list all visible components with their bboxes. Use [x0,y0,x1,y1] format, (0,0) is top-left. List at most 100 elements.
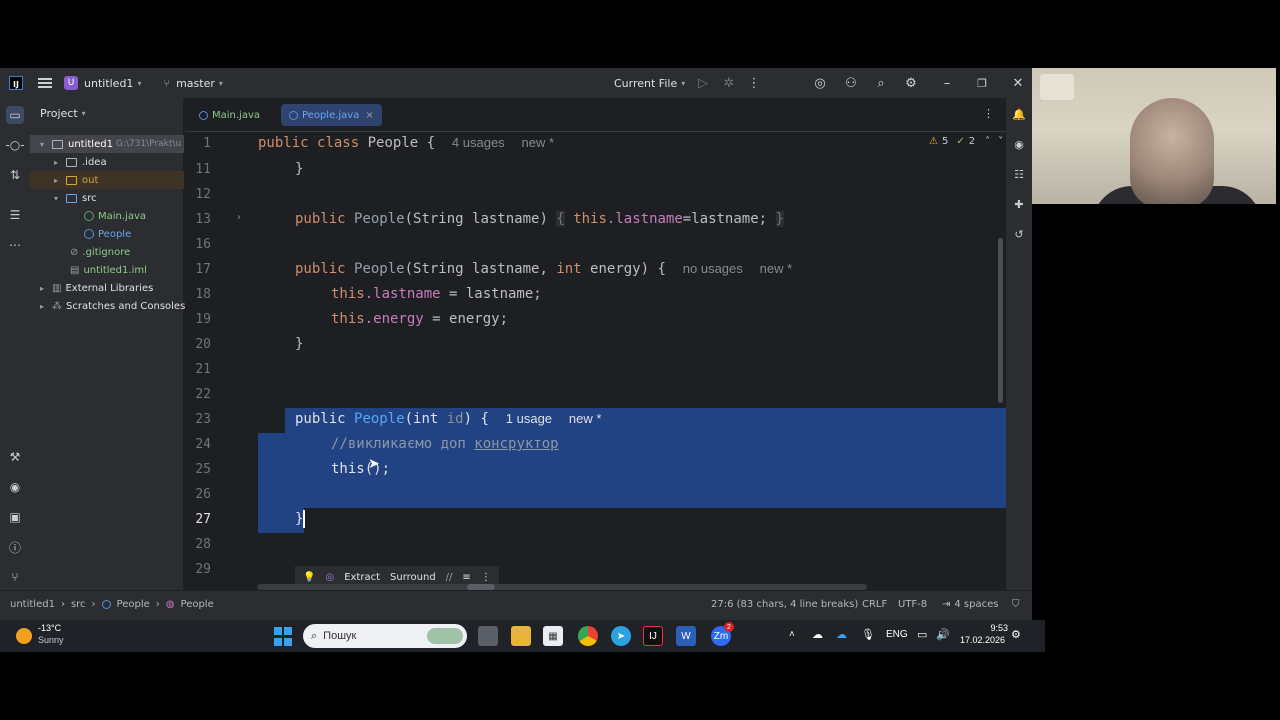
branch-selector[interactable]: ⑂ master ▾ [163,68,222,98]
usages-hint[interactable]: no usages [683,261,743,276]
java-class-icon [199,110,208,120]
clock-date[interactable]: 17.02.2026 [960,635,1005,645]
tree-item-root[interactable]: ▾ untitled1 G:\731\Prakt\u [30,135,184,153]
clock-time[interactable]: 9:53 [982,623,1008,633]
line-separator[interactable]: CRLF [862,599,887,610]
settings-gear-icon[interactable]: ⚙ [902,74,920,92]
search-icon[interactable]: ⌕ [872,74,890,92]
tree-item-scratches[interactable]: ▸ ⁂ Scratches and Consoles [40,297,185,315]
tree-item-gitignore[interactable]: ⊘ .gitignore [70,243,130,261]
tray-chevron-up-icon[interactable]: ˄ [789,629,795,640]
run-icon[interactable]: ▷ [694,74,712,92]
plugins-icon[interactable]: ✚ [1011,196,1027,212]
surround-button[interactable]: Surround [390,572,436,583]
tree-item-external-libraries[interactable]: ▸ ▥ External Libraries [40,279,153,297]
debug-icon[interactable]: ✲ [720,74,738,92]
format-icon[interactable]: ≡ [462,572,470,583]
line-number: 27 [195,512,211,527]
tab-close-icon[interactable]: × [365,110,373,121]
chevron-down-icon[interactable]: ˅ [998,136,1003,147]
maximize-icon[interactable]: ❐ [973,74,991,92]
extract-button[interactable]: Extract [344,572,380,583]
more-icon[interactable]: ⋮ [745,74,763,92]
weather-temp[interactable]: -13°C [38,623,61,633]
breadcrumb-item[interactable]: untitled1 [10,599,55,610]
vertical-scrollbar[interactable] [998,238,1003,403]
add-user-icon[interactable]: ⚇ [842,74,860,92]
volume-icon[interactable]: 🔊 [936,628,950,641]
usages-hint[interactable]: 1 usage [506,411,552,426]
breadcrumb-item[interactable]: People [181,599,214,610]
lightbulb-icon[interactable]: 💡 [303,572,315,583]
line-number: 23 [195,412,211,427]
fold-arrow-icon[interactable]: › [237,212,241,223]
pull-requests-icon[interactable]: ⇅ [6,166,24,184]
onedrive-icon[interactable]: ☁ [836,628,847,641]
project-tool-icon[interactable]: ▭ [6,106,24,124]
more-tools-icon[interactable]: ⋯ [6,236,24,254]
intellij-logo-icon[interactable]: IJ [9,76,23,90]
indent-setting[interactable]: ⇥ 4 spaces [942,599,998,610]
terminal-icon[interactable]: ▣ [6,508,24,526]
intellij-taskbar-icon[interactable]: IJ [643,626,663,646]
comment-icon[interactable]: // [446,572,453,583]
notifications-icon[interactable]: 🔔 [1011,106,1027,122]
breadcrumb-item[interactable]: People [117,599,150,610]
microphone-icon[interactable]: 🎙 [861,628,875,641]
ai-icon[interactable]: ◎ [325,572,334,583]
tab-people-java[interactable]: People.java × [281,104,382,126]
windows-start-icon[interactable] [273,626,293,646]
breadcrumb-item[interactable]: src [71,599,86,610]
services-icon[interactable]: ◉ [6,478,24,496]
git-icon[interactable]: ⑂ [6,568,24,586]
tree-item-src[interactable]: ▾ src [54,189,97,207]
usages-hint[interactable]: 4 usages [452,135,505,150]
notification-center-icon[interactable]: ⚙ [1011,628,1021,641]
code-editor[interactable]: Main.java People.java × ⋮ ⚠ 5 ✓ 2 ˄ ˅ 1 pu… [185,98,1006,590]
field: .energy [364,311,424,327]
file-explorer-icon[interactable] [511,626,531,646]
caret-position[interactable]: 27:6 (83 chars, 4 line breaks) [711,599,858,610]
project-name: untitled1 [84,76,134,90]
problems-icon[interactable]: ⓘ [6,538,24,556]
tree-item-idea[interactable]: ▸ .idea [54,153,107,171]
history-icon[interactable]: ↺ [1011,226,1027,242]
tree-item-iml[interactable]: ▤ untitled1.iml [70,261,147,279]
taskbar-search[interactable]: ⌕ Пошук [303,624,467,648]
windows-taskbar: -13°C Sunny ⌕ Пошук ▦ ➤ IJ W Zm 2 ˄ ☁ ☁ … [0,620,1045,652]
task-view-icon[interactable] [478,626,498,646]
minimize-icon[interactable]: – [938,74,956,92]
project-panel-header[interactable]: Project ▾ [30,98,183,128]
network-icon[interactable]: ▭ [917,628,927,641]
database-icon[interactable]: ☷ [1011,166,1027,182]
inspection-widget[interactable]: ⚠ 5 ✓ 2 ˄ ˅ [929,136,1003,147]
build-hammer-icon[interactable]: ⚒ [6,448,24,466]
commit-icon[interactable]: -○- [5,136,24,154]
weather-desc[interactable]: Sunny [38,635,64,645]
chrome-icon[interactable] [578,626,598,646]
tab-options-icon[interactable]: ⋮ [983,107,994,120]
tree-item-people[interactable]: People [84,225,131,243]
telegram-icon[interactable]: ➤ [611,626,631,646]
word-icon[interactable]: W [676,626,696,646]
project-badge[interactable]: U [64,76,78,90]
weather-sun-icon[interactable] [16,628,32,644]
structure-icon[interactable]: ☰ [6,206,24,224]
close-icon[interactable]: ✕ [1009,74,1027,92]
right-tool-strip: 🔔 ◉ ☷ ✚ ↺ [1006,98,1032,590]
project-selector[interactable]: untitled1 ▾ [84,68,141,98]
ai-chat-icon[interactable]: ◉ [1011,136,1027,152]
cloud-icon[interactable]: ☁ [812,628,823,641]
tree-item-main-java[interactable]: Main.java [84,207,146,225]
lock-icon[interactable]: ⛉ [1012,599,1020,610]
chevron-up-icon[interactable]: ˄ [985,136,990,147]
language-indicator[interactable]: ENG [886,629,908,640]
tree-item-out[interactable]: ▸ out [30,171,184,189]
ai-assistant-icon[interactable]: ◎ [811,74,829,92]
more-icon[interactable]: ⋮ [481,572,491,583]
main-menu-icon[interactable] [38,78,52,88]
tab-main-java[interactable]: Main.java [191,104,268,126]
store-icon[interactable]: ▦ [543,626,563,646]
file-encoding[interactable]: UTF-8 [898,599,927,610]
run-config-selector[interactable]: Current File ▾ [614,68,685,98]
